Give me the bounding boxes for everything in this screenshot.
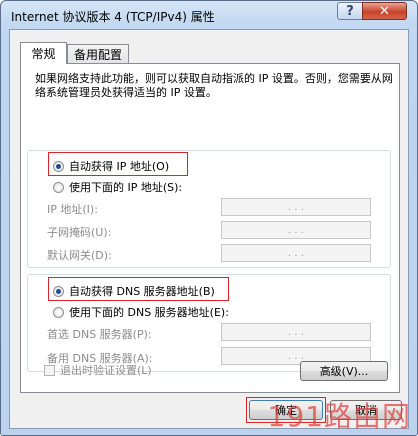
description-text: 如果网络支持此功能，则可以获取自动指派的 IP 设置。否则，您需要从网络系统管理… [35, 72, 393, 99]
dns-manual-radio[interactable] [53, 306, 64, 318]
validate-on-exit-checkbox[interactable] [44, 364, 55, 376]
ip-address-field[interactable]: . . . [221, 198, 371, 216]
dns-manual-radio-row[interactable]: 使用下面的 DNS 服务器地址(E): [53, 304, 229, 320]
title-bar[interactable]: Internet 协议版本 4 (TCP/IPv4) 属性 ? ✕ [1, 1, 417, 29]
ip-manual-label: 使用下面的 IP 地址(S): [69, 181, 183, 194]
help-button[interactable]: ? [337, 2, 363, 20]
dns-manual-label: 使用下面的 DNS 服务器地址(E): [69, 306, 229, 319]
dialog-body: 常规 备用配置 如果网络支持此功能，则可以获取自动指派的 IP 设置。否则，您需… [9, 29, 409, 429]
ip-auto-radio[interactable] [53, 160, 64, 172]
dns-auto-radio-row[interactable]: 自动获得 DNS 服务器地址(B) [53, 283, 215, 299]
ip-address-label: IP 地址(I): [47, 203, 98, 216]
dialog-window: Internet 协议版本 4 (TCP/IPv4) 属性 ? ✕ 常规 备用配… [0, 0, 418, 436]
validate-on-exit-label: 退出时验证设置(L) [60, 364, 152, 377]
preferred-dns-field[interactable]: . . . [221, 323, 371, 341]
window-title: Internet 协议版本 4 (TCP/IPv4) 属性 [11, 10, 215, 24]
ip-auto-radio-row[interactable]: 自动获得 IP 地址(O) [53, 158, 169, 174]
ip-auto-label: 自动获得 IP 地址(O) [69, 160, 170, 173]
subnet-mask-label: 子网掩码(U): [47, 226, 112, 239]
default-gateway-field[interactable]: . . . [221, 244, 371, 262]
ip-manual-radio-row[interactable]: 使用下面的 IP 地址(S): [53, 179, 182, 195]
default-gateway-label: 默认网关(D): [47, 249, 112, 262]
tab-alternate-configuration[interactable]: 备用配置 [67, 44, 129, 64]
tab-general[interactable]: 常规 [20, 42, 67, 64]
validate-on-exit-row[interactable]: 退出时验证设置(L) [44, 362, 152, 378]
preferred-dns-label: 首选 DNS 服务器(P): [47, 328, 152, 341]
watermark-logo: 191路由网 [267, 400, 411, 433]
advanced-button[interactable]: 高级(V)... [300, 361, 388, 381]
dns-auto-label: 自动获得 DNS 服务器地址(B) [69, 285, 215, 298]
ip-manual-radio[interactable] [53, 181, 64, 193]
close-button[interactable]: ✕ [362, 2, 407, 20]
tab-panel-general: 如果网络支持此功能，则可以获取自动指派的 IP 设置。否则，您需要从网络系统管理… [20, 63, 400, 393]
dns-auto-radio[interactable] [53, 285, 64, 297]
subnet-mask-field[interactable]: . . . [221, 221, 371, 239]
